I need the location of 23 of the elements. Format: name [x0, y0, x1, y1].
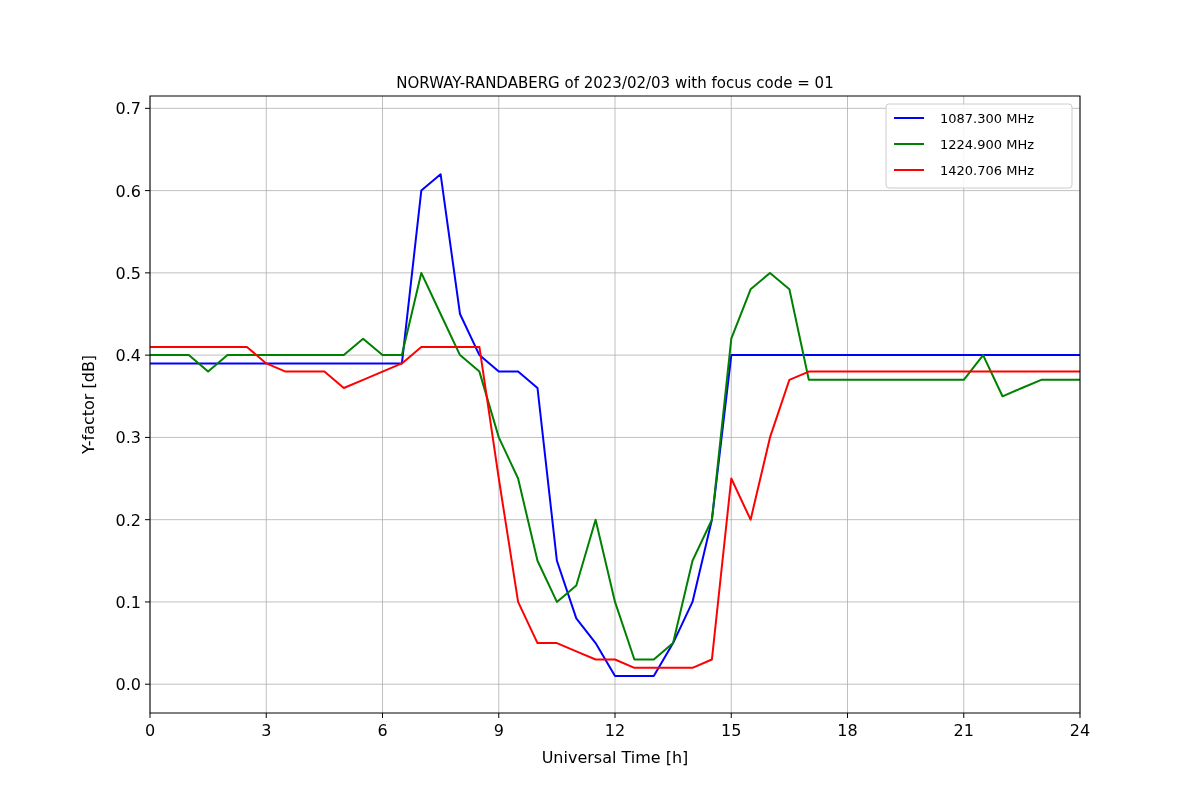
- x-axis-label: Universal Time [h]: [541, 748, 689, 767]
- tick-label: 0.2: [115, 510, 141, 530]
- tick-label: 21: [953, 721, 974, 740]
- tick-label: 0.3: [115, 428, 141, 448]
- tick-label: 0.1: [115, 592, 141, 612]
- y-axis-label: Y-factor [dB]: [79, 354, 98, 455]
- tick-label: 12: [604, 721, 626, 740]
- tick-label: 0.4: [115, 346, 141, 366]
- tick-label: 0.7: [115, 99, 141, 119]
- tick-label: 15: [721, 721, 742, 740]
- tick-label: 18: [837, 721, 858, 740]
- tick-label: 0.6: [115, 181, 141, 201]
- chart-title: NORWAY-RANDABERG of 2023/02/03 with focus code = 01: [396, 74, 834, 92]
- tick-label: 0.5: [115, 263, 141, 283]
- tick-label: 6: [377, 721, 388, 740]
- legend-label: 1224.900 MHz: [940, 137, 1034, 152]
- tick-label: 24: [1069, 721, 1091, 740]
- legend-label: 1087.300 MHz: [940, 111, 1034, 126]
- tick-label: 0: [144, 721, 156, 740]
- legend-label: 1420.706 MHz: [940, 163, 1034, 178]
- tick-label: 3: [261, 721, 272, 740]
- tick-label: 9: [493, 721, 504, 740]
- tick-label: 0.0: [115, 675, 141, 695]
